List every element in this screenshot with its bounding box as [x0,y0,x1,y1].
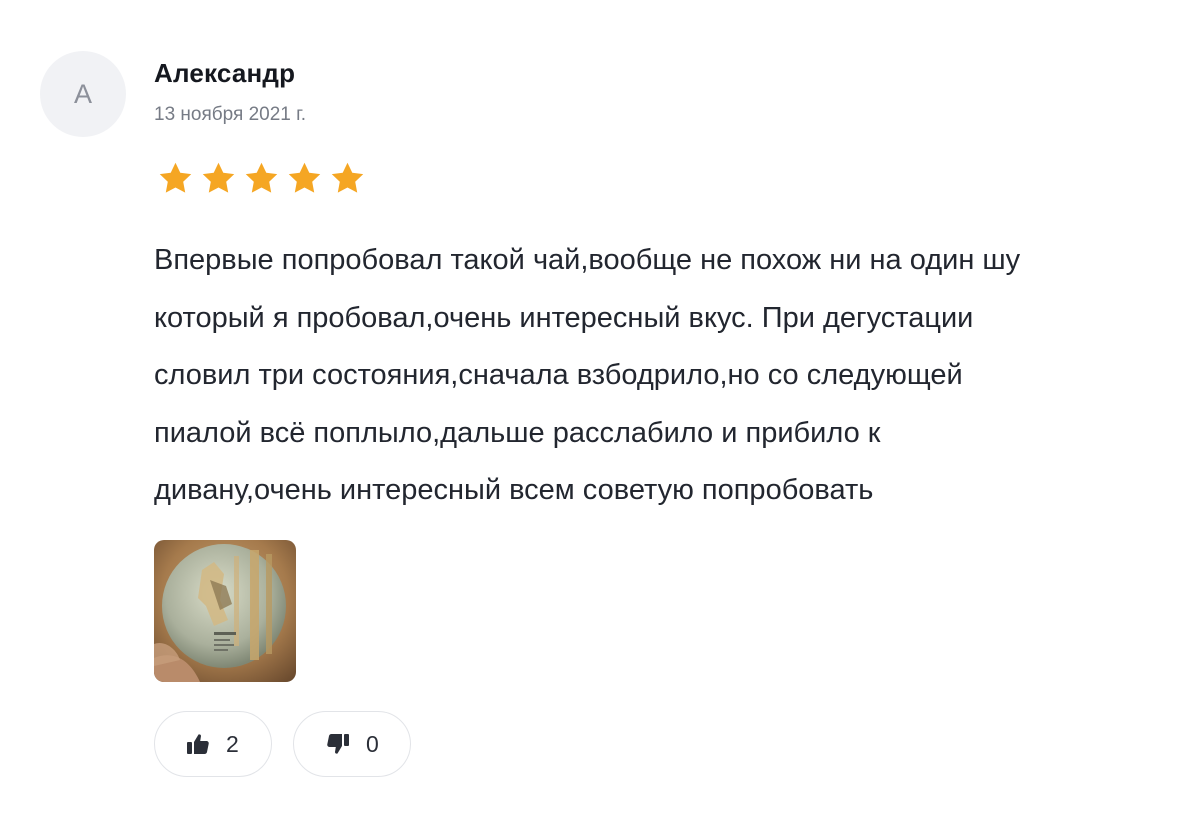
review-card: А Александр 13 ноября 2021 г. Впервые по… [0,0,1200,830]
review-photo-thumbnail[interactable] [154,540,296,682]
star-icon [202,162,235,193]
review-text-line: словил три состояния,сначала взбодрило,н… [154,359,963,391]
star-icon [288,162,321,193]
review-text-line: пиалой всё поплыло,дальше расслабило и п… [154,416,881,449]
rating-stars [157,160,366,200]
star-icon [159,162,192,193]
thumbs-up-icon [187,734,209,754]
star-icon [245,162,278,193]
review-text-line: который я пробовал,очень интересный вкус… [154,301,974,334]
author-name: Александр [154,58,296,88]
thumbs-down-icon [327,734,349,754]
avatar-letter: А [73,78,92,109]
dislike-button[interactable]: 0 [293,711,411,777]
review-text-line: дивану,очень интересный всем советую поп… [154,474,874,506]
dislike-count: 0 [366,730,379,757]
like-button[interactable]: 2 [154,711,272,777]
tea-cake-photo [154,540,296,682]
review-text-line: Впервые попробовал такой чай,вообще не п… [154,244,1021,276]
review-date: 13 ноября 2021 г. [154,104,306,125]
star-icon [331,162,364,193]
review-text: Впервые попробовал такой чай,вообще не п… [154,232,1154,520]
like-count: 2 [226,730,239,757]
avatar: А [40,51,126,137]
